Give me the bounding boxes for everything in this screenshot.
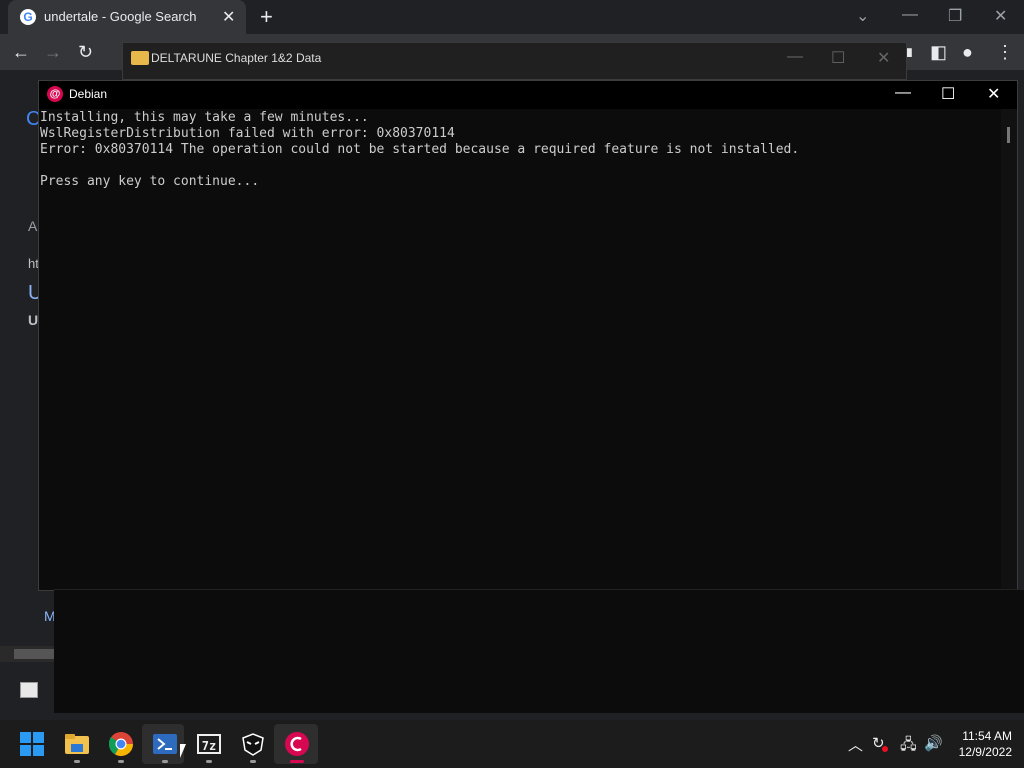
explorer-maximize-icon[interactable]: ☐ — [831, 48, 845, 68]
network-icon[interactable]: 🖧 — [900, 734, 917, 759]
clock[interactable]: 11:54 AM 12/9/2022 — [948, 728, 1012, 760]
clock-time: 11:54 AM — [962, 729, 1012, 743]
explorer-minimize-icon[interactable]: — — [787, 48, 803, 66]
console-scrollbar-thumb[interactable] — [1007, 127, 1010, 143]
7zip-icon[interactable]: 7z — [195, 730, 223, 758]
reload-icon[interactable]: ↻ — [78, 42, 93, 63]
explorer-window[interactable]: DELTARUNE Chapter 1&2 Data — ☐ ✕ — [122, 42, 907, 80]
scrollbar-thumb[interactable] — [14, 649, 54, 659]
explorer-title: DELTARUNE Chapter 1&2 Data — [151, 51, 322, 65]
console-minimize-icon[interactable]: — — [895, 84, 911, 102]
console-scrollbar[interactable] — [1001, 109, 1017, 589]
tab-title: undertale - Google Search — [44, 9, 197, 24]
menu-icon[interactable]: ⋮ — [996, 42, 1014, 63]
start-icon[interactable] — [18, 730, 46, 758]
horizontal-scrollbar[interactable] — [0, 646, 54, 662]
minimize-icon[interactable]: — — [902, 6, 918, 24]
running-indicator — [206, 760, 212, 763]
folder-icon — [131, 51, 149, 65]
close-icon[interactable]: ✕ — [994, 6, 1007, 26]
debian-icon[interactable] — [283, 730, 311, 758]
file-explorer-icon[interactable] — [63, 730, 91, 758]
back-icon[interactable]: ← — [12, 42, 30, 63]
profile-icon[interactable]: ● — [962, 42, 973, 63]
console-title: Debian — [69, 87, 108, 101]
tray-overflow-icon[interactable]: ︿ — [848, 734, 863, 755]
forward-icon[interactable]: → — [44, 42, 62, 63]
deltarune-icon[interactable] — [239, 730, 267, 758]
side-panel-icon[interactable]: ◧ — [930, 42, 947, 63]
debian-icon: @ — [47, 86, 63, 102]
console-titlebar[interactable]: @ Debian — ☐ ✕ — [39, 81, 1017, 109]
volume-icon[interactable]: 🔊 — [924, 734, 943, 752]
running-indicator — [74, 760, 80, 763]
download-file-icon[interactable] — [20, 682, 38, 698]
running-indicator — [250, 760, 256, 763]
powershell-icon[interactable] — [151, 730, 179, 758]
chrome-icon[interactable] — [107, 730, 135, 758]
active-indicator — [290, 760, 304, 763]
tab-strip: G undertale - Google Search ✕ + ⌄ — ❐ ✕ — [0, 0, 1024, 34]
console-overflow-area — [54, 589, 1024, 713]
close-tab-icon[interactable]: ✕ — [222, 7, 235, 27]
debian-console-window[interactable]: @ Debian — ☐ ✕ Installing, this may take… — [38, 80, 1018, 591]
clock-date: 12/9/2022 — [958, 745, 1012, 759]
tab-undertale[interactable]: G undertale - Google Search ✕ — [8, 0, 246, 34]
7zip-label: 7z — [197, 734, 221, 754]
explorer-close-icon[interactable]: ✕ — [877, 48, 890, 68]
console-output[interactable]: Installing, this may take a few minutes.… — [40, 110, 799, 190]
sync-error-badge — [882, 746, 888, 752]
running-indicator — [162, 760, 168, 763]
partial-snippet: U — [28, 312, 39, 328]
tab-search-icon[interactable]: ⌄ — [856, 6, 869, 26]
mouse-cursor — [180, 744, 192, 758]
google-icon: G — [20, 9, 36, 25]
running-indicator — [118, 760, 124, 763]
console-maximize-icon[interactable]: ☐ — [941, 84, 955, 104]
console-close-icon[interactable]: ✕ — [987, 84, 1000, 104]
partial-text: A — [28, 218, 38, 234]
new-tab-button[interactable]: + — [260, 4, 273, 30]
taskbar: 7z ︿ ↻ 🖧 🔊 11:54 AM 12/9/2022 — [0, 720, 1024, 768]
restore-icon[interactable]: ❐ — [948, 6, 962, 26]
